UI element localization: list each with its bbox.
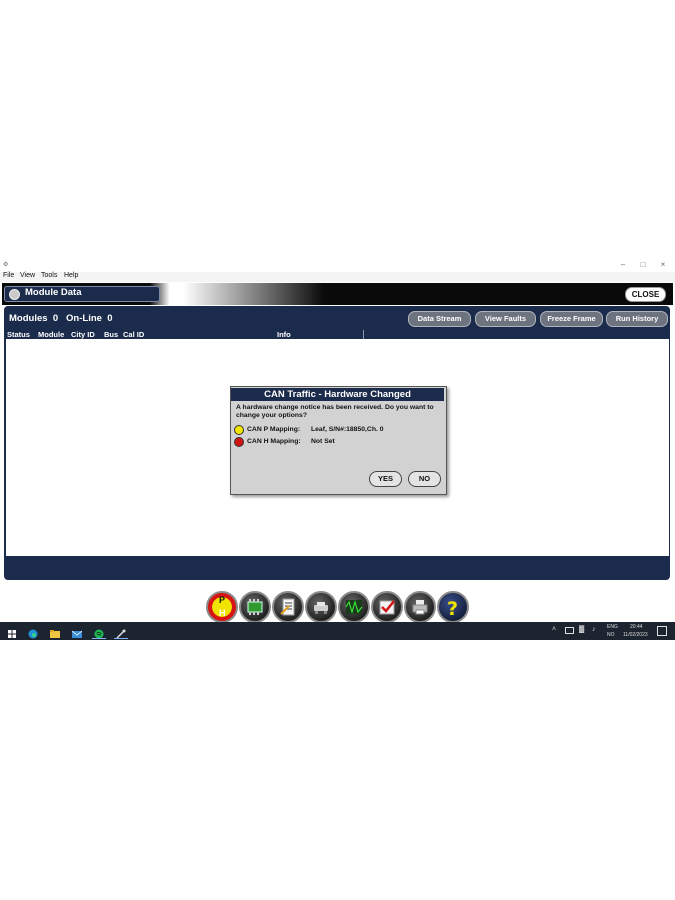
run-history-button[interactable]: Run History: [606, 311, 668, 327]
spotify-icon[interactable]: [94, 626, 104, 639]
spotify-active-indicator: [92, 638, 106, 639]
can-h-status-icon: [234, 437, 244, 447]
column-divider: [363, 330, 364, 339]
svg-text:?: ?: [447, 598, 458, 617]
col-info[interactable]: Info: [277, 330, 291, 339]
ph-top-letter: P: [219, 595, 226, 605]
checklist-icon[interactable]: [272, 591, 304, 623]
col-status[interactable]: Status: [7, 330, 30, 339]
module-icon: [9, 289, 20, 300]
no-button[interactable]: NO: [408, 471, 441, 487]
help-icon[interactable]: ?: [437, 591, 469, 623]
can-p-mapping-label: CAN P Mapping:: [247, 426, 301, 433]
online-count: 0: [107, 313, 113, 324]
app-active-indicator: [114, 638, 128, 639]
module-summary: Modules 0 On-Line 0: [9, 313, 113, 324]
col-cal-id[interactable]: Cal ID: [123, 330, 144, 339]
menu-view[interactable]: View: [20, 272, 35, 279]
menu-bar: [0, 272, 675, 282]
view-faults-button[interactable]: View Faults: [475, 311, 536, 327]
app-icon: ⚙: [3, 262, 9, 268]
ph-icon[interactable]: P H: [206, 591, 238, 623]
close-window-icon[interactable]: ×: [656, 260, 670, 269]
function-bar: [0, 582, 675, 622]
minimize-icon[interactable]: –: [616, 260, 630, 269]
online-label: On-Line: [66, 313, 102, 324]
printer-icon[interactable]: [404, 591, 436, 623]
menu-file[interactable]: File: [3, 272, 14, 279]
start-icon[interactable]: [7, 626, 17, 638]
col-bus[interactable]: Bus: [104, 330, 118, 339]
data-stream-button[interactable]: Data Stream: [408, 311, 471, 327]
window-titlebar: [0, 258, 675, 272]
edge-icon[interactable]: [28, 626, 38, 639]
can-p-mapping-value: Leaf, S/N#:18850,Ch. 0: [311, 426, 384, 433]
volume-icon[interactable]: ♪: [592, 626, 596, 633]
modules-count: 0: [52, 313, 59, 324]
dialog-message: A hardware change notice has been receiv…: [236, 404, 434, 419]
diagnostic-app-icon[interactable]: [116, 626, 126, 639]
col-module[interactable]: Module: [38, 330, 64, 339]
waveform-icon[interactable]: [338, 591, 370, 623]
freeze-frame-button[interactable]: Freeze Frame: [540, 311, 603, 327]
page-title: Module Data: [25, 287, 82, 298]
can-h-mapping-label: CAN H Mapping:: [247, 438, 301, 445]
mail-icon[interactable]: [71, 626, 83, 638]
can-h-mapping-value: Not Set: [311, 438, 335, 445]
chevron-up-icon[interactable]: ˄: [552, 626, 556, 633]
ph-bottom-letter: H: [219, 608, 226, 618]
dialog-title: CAN Traffic - Hardware Changed: [264, 389, 411, 400]
close-button[interactable]: CLOSE: [625, 287, 666, 302]
can-p-status-icon: [234, 425, 244, 435]
vehicle-icon[interactable]: [305, 591, 337, 623]
file-explorer-icon[interactable]: [50, 626, 60, 638]
keyboard-layout[interactable]: NO: [607, 632, 615, 638]
clock-time[interactable]: 20:44: [630, 624, 643, 630]
clock-date[interactable]: 11/02/2023: [623, 632, 648, 638]
menu-help[interactable]: Help: [64, 272, 78, 279]
checkmark-icon[interactable]: [371, 591, 403, 623]
menu-tools[interactable]: Tools: [41, 272, 57, 279]
network-icon[interactable]: ▓: [579, 626, 584, 633]
modules-label: Modules: [9, 313, 48, 324]
col-city-id[interactable]: City ID: [71, 330, 95, 339]
battery-icon[interactable]: [565, 627, 574, 634]
module-chip-icon[interactable]: [239, 591, 271, 623]
yes-button[interactable]: YES: [369, 471, 402, 487]
maximize-icon[interactable]: □: [636, 260, 650, 269]
language-code[interactable]: ENG: [607, 624, 618, 630]
notification-icon[interactable]: [657, 626, 667, 636]
